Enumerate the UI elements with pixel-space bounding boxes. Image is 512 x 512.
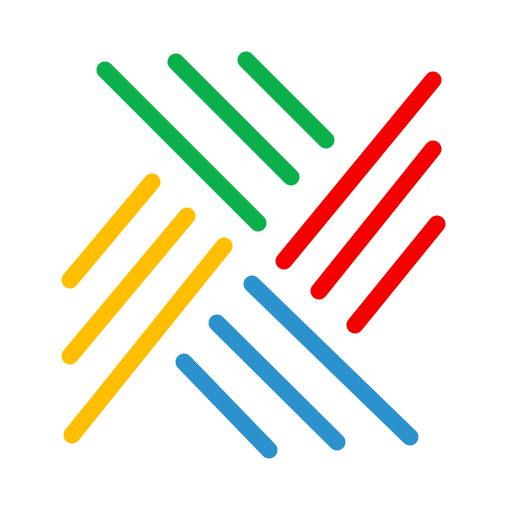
woven-stripes-logo	[0, 0, 512, 512]
